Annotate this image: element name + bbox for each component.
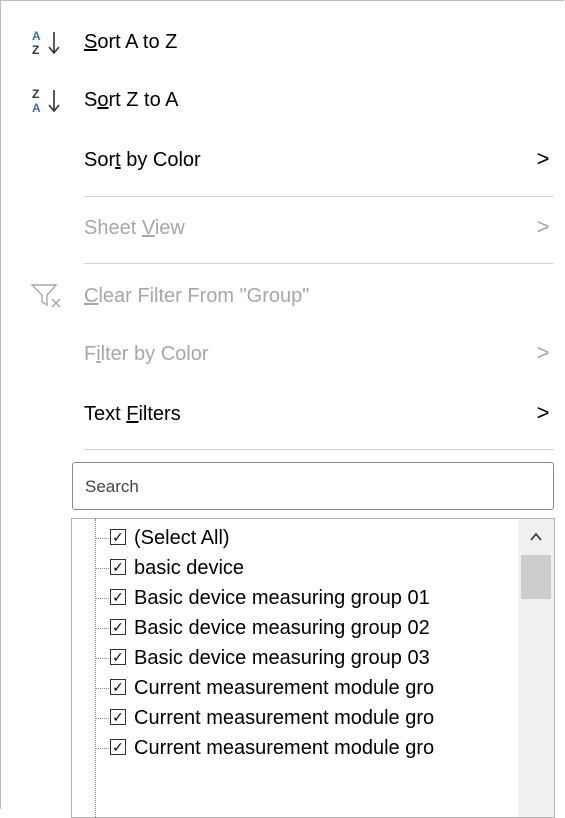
chevron-right-icon: >	[536, 400, 550, 425]
list-item-select-all[interactable]: ✓ (Select All)	[72, 523, 512, 553]
menu-separator	[84, 263, 554, 264]
menu-separator	[84, 196, 554, 197]
search-input[interactable]	[83, 474, 527, 500]
checkbox-checked[interactable]: ✓	[110, 589, 126, 605]
list-item-label: Current measurement module gro	[134, 677, 435, 699]
checkbox-checked[interactable]: ✓	[110, 619, 126, 635]
sort-descending-icon: Z A	[30, 86, 66, 115]
svg-text:A: A	[32, 29, 41, 43]
menu-item-label: Sort A to Z	[84, 31, 178, 53]
list-item-label: (Select All)	[134, 527, 230, 549]
list-item-label: Basic device measuring group 02	[134, 617, 430, 639]
checkbox-checked[interactable]: ✓	[110, 679, 126, 695]
chevron-right-icon: >	[536, 146, 550, 171]
checkbox-checked[interactable]: ✓	[110, 649, 126, 665]
sort-ascending-icon: A Z	[30, 28, 66, 57]
list-item[interactable]: ✓ Current measurement module gro	[72, 703, 512, 733]
list-item[interactable]: ✓ basic device	[72, 553, 512, 583]
menu-separator	[84, 449, 554, 450]
svg-text:Z: Z	[32, 87, 39, 101]
menu-item-label: Sort by Color	[84, 149, 201, 171]
list-item-label: basic device	[134, 557, 245, 579]
list-item-label: Basic device measuring group 01	[134, 587, 430, 609]
list-item[interactable]: ✓ Current measurement module gro	[72, 673, 512, 703]
list-item-label: Basic device measuring group 03	[134, 647, 430, 669]
chevron-right-icon: >	[536, 340, 550, 365]
vertical-scrollbar[interactable]	[518, 519, 554, 817]
chevron-up-icon[interactable]	[528, 529, 544, 545]
menu-item-sort-z-to-a[interactable]: Z A Sort Z to A	[0, 72, 565, 128]
list-item[interactable]: ✓ Basic device measuring group 01	[72, 583, 512, 613]
svg-text:A: A	[32, 101, 41, 114]
list-item[interactable]: ✓ Basic device measuring group 03	[72, 643, 512, 673]
list-item-label: Current measurement module gro	[134, 707, 435, 729]
checkbox-checked[interactable]: ✓	[110, 559, 126, 575]
list-item-label: Current measurement module gro	[134, 737, 435, 759]
scrollbar-thumb[interactable]	[521, 555, 551, 599]
clear-filter-icon	[30, 282, 66, 310]
search-box[interactable]	[72, 462, 554, 510]
menu-item-sort-by-color[interactable]: Sort by Color >	[0, 132, 565, 188]
menu-item-sort-a-to-z[interactable]: A Z Sort A to Z	[0, 14, 565, 70]
svg-text:Z: Z	[32, 43, 39, 56]
menu-item-clear-filter: Clear Filter From "Group"	[0, 268, 565, 324]
checkbox-checked[interactable]: ✓	[110, 739, 126, 755]
checkbox-checked[interactable]: ✓	[110, 529, 126, 545]
menu-item-text-filters[interactable]: Text Filters >	[0, 386, 565, 442]
menu-item-label: Filter by Color	[84, 343, 209, 365]
menu-item-filter-by-color: Filter by Color >	[0, 326, 565, 382]
menu-item-label: Sheet View	[84, 217, 185, 239]
menu-item-label: Text Filters	[84, 403, 181, 425]
chevron-right-icon: >	[536, 214, 550, 239]
menu-item-label: Clear Filter From "Group"	[84, 285, 310, 307]
menu-item-label: Sort Z to A	[84, 89, 179, 111]
list-item[interactable]: ✓ Basic device measuring group 02	[72, 613, 512, 643]
list-item[interactable]: ✓ Current measurement module gro	[72, 733, 512, 763]
menu-item-sheet-view: Sheet View >	[0, 200, 565, 256]
filter-values-list[interactable]: ✓ (Select All) ✓ basic device ✓ Basic de…	[71, 518, 555, 818]
checkbox-checked[interactable]: ✓	[110, 709, 126, 725]
